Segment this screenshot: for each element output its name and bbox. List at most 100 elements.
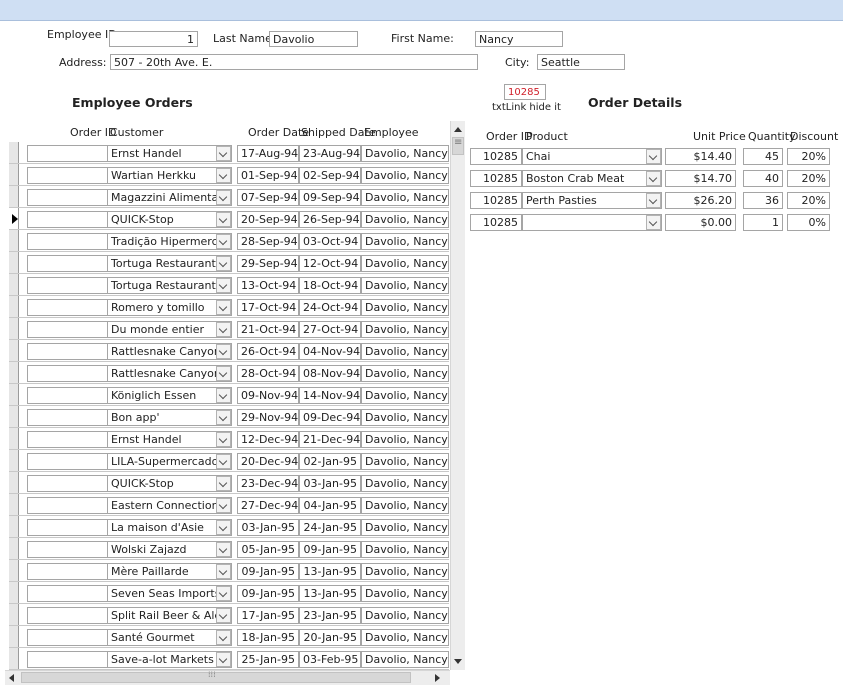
employee-cell[interactable]: Davolio, Nancy [361,189,449,206]
employee-cell[interactable]: Davolio, Nancy [361,409,449,426]
chevron-down-icon[interactable] [216,300,231,315]
employee-cell[interactable]: Davolio, Nancy [361,519,449,536]
customer-combo[interactable]: QUICK-Stop [107,211,232,228]
order-detail-row[interactable]: 10285 $0.00 1 0% [470,211,843,233]
order-date-cell[interactable]: 03-Jan-95 [237,519,299,536]
shipped-date-cell[interactable]: 23-Jan-95 [299,607,361,624]
order-date-cell[interactable]: 01-Sep-94 [237,167,299,184]
shipped-date-cell[interactable]: 03-Oct-94 [299,233,361,250]
customer-combo[interactable]: Ernst Handel [107,145,232,162]
order-date-cell[interactable]: 28-Sep-94 [237,233,299,250]
employee-cell[interactable]: Davolio, Nancy [361,387,449,404]
customer-combo[interactable]: Split Rail Beer & Ale [107,607,232,624]
customer-combo[interactable]: La maison d'Asie [107,519,232,536]
order-date-cell[interactable]: 21-Oct-94 [237,321,299,338]
chevron-down-icon[interactable] [216,476,231,491]
employee-cell[interactable]: Davolio, Nancy [361,299,449,316]
record-selector[interactable] [9,340,19,362]
discount-cell[interactable]: 20% [787,192,830,209]
scroll-up-button[interactable] [451,123,465,137]
order-row[interactable]: 10311Du monde entier21-Oct-9427-Oct-94Da… [9,318,449,340]
quantity-cell[interactable]: 36 [743,192,783,209]
order-date-cell[interactable]: 09-Nov-94 [237,387,299,404]
order-date-cell[interactable]: 26-Oct-94 [237,343,299,360]
order-row[interactable]: 10374Wolski Zajazd05-Jan-9509-Jan-95Davo… [9,538,449,560]
discount-cell[interactable]: 20% [787,148,830,165]
detail-order-id-cell[interactable]: 10285 [470,214,522,231]
discount-cell[interactable]: 0% [787,214,830,231]
employee-cell[interactable]: Davolio, Nancy [361,563,449,580]
record-selector[interactable] [9,252,19,274]
order-row[interactable]: 10316Rattlesnake Canyon Grocery28-Oct-94… [9,362,449,384]
order-date-cell[interactable]: 23-Dec-94 [237,475,299,492]
unit-price-cell[interactable]: $14.70 [665,170,736,187]
customer-combo[interactable]: Seven Seas Imports [107,585,232,602]
chevron-down-icon[interactable] [216,388,231,403]
customer-combo[interactable]: Wartian Herkku [107,167,232,184]
record-selector[interactable] [9,626,19,648]
record-selector[interactable] [9,582,19,604]
order-row[interactable]: 10340Bon app'29-Nov-9409-Dec-94Davolio, … [9,406,449,428]
order-date-cell[interactable]: 18-Jan-95 [237,629,299,646]
address-field[interactable]: 507 - 20th Ave. E. [110,54,478,70]
first-name-field[interactable]: Nancy [475,31,563,47]
order-date-cell[interactable]: 27-Dec-94 [237,497,299,514]
chevron-down-icon[interactable] [216,278,231,293]
customer-combo[interactable]: Bon app' [107,409,232,426]
record-selector[interactable] [9,450,19,472]
customer-combo[interactable]: Eastern Connection [107,497,232,514]
chevron-down-icon[interactable] [646,215,661,230]
employee-cell[interactable]: Davolio, Nancy [361,541,449,558]
record-selector[interactable] [9,428,19,450]
chevron-down-icon[interactable] [646,149,661,164]
chevron-down-icon[interactable] [216,344,231,359]
order-date-cell[interactable]: 29-Sep-94 [237,255,299,272]
employee-id-field[interactable]: 1 [109,31,198,47]
employee-cell[interactable]: Davolio, Nancy [361,211,449,228]
chevron-down-icon[interactable] [216,652,231,667]
employee-cell[interactable]: Davolio, Nancy [361,585,449,602]
orders-vertical-scrollbar[interactable] [450,121,465,670]
employee-cell[interactable]: Davolio, Nancy [361,453,449,470]
order-date-cell[interactable]: 17-Aug-94 [237,145,299,162]
detail-order-id-cell[interactable]: 10285 [470,148,522,165]
employee-cell[interactable]: Davolio, Nancy [361,145,449,162]
shipped-date-cell[interactable]: 09-Dec-94 [299,409,361,426]
order-row[interactable]: 10325Königlich Essen09-Nov-9414-Nov-94Da… [9,384,449,406]
chevron-down-icon[interactable] [216,410,231,425]
record-selector[interactable] [9,362,19,384]
horizontal-scroll-thumb[interactable] [21,670,411,683]
shipped-date-cell[interactable]: 13-Jan-95 [299,585,361,602]
shipped-date-cell[interactable]: 04-Jan-95 [299,497,361,514]
employee-cell[interactable]: Davolio, Nancy [361,431,449,448]
employee-cell[interactable]: Davolio, Nancy [361,651,449,668]
order-date-cell[interactable]: 09-Jan-95 [237,563,299,580]
chevron-down-icon[interactable] [216,146,231,161]
order-row[interactable]: 10361QUICK-Stop23-Dec-9403-Jan-95Davolio… [9,472,449,494]
shipped-date-cell[interactable]: 09-Sep-94 [299,189,361,206]
customer-combo[interactable]: Save-a-lot Markets [107,651,232,668]
record-selector[interactable] [9,186,19,208]
order-date-cell[interactable]: 17-Jan-95 [237,607,299,624]
chevron-down-icon[interactable] [216,366,231,381]
chevron-down-icon[interactable] [646,171,661,186]
shipped-date-cell[interactable]: 14-Nov-94 [299,387,361,404]
product-combo[interactable]: Boston Crab Meat [522,170,662,187]
customer-combo[interactable]: Rattlesnake Canyon Grocery [107,343,232,360]
order-row[interactable]: 10306Romero y tomillo17-Oct-9424-Oct-94D… [9,296,449,318]
order-date-cell[interactable]: 13-Oct-94 [237,277,299,294]
order-row[interactable]: 10275Magazzini Alimentari Riuniti07-Sep-… [9,186,449,208]
chevron-down-icon[interactable] [216,256,231,271]
chevron-down-icon[interactable] [216,234,231,249]
scroll-thumb[interactable] [452,137,464,155]
record-selector[interactable] [9,538,19,560]
shipped-date-cell[interactable]: 02-Jan-95 [299,453,361,470]
last-name-field[interactable]: Davolio [269,31,358,47]
chevron-down-icon[interactable] [216,608,231,623]
order-row[interactable]: 10385Split Rail Beer & Ale17-Jan-9523-Ja… [9,604,449,626]
product-combo[interactable] [522,214,662,231]
chevron-down-icon[interactable] [216,212,231,227]
customer-combo[interactable]: Tortuga Restaurante [107,277,232,294]
shipped-date-cell[interactable]: 18-Oct-94 [299,277,361,294]
chevron-down-icon[interactable] [646,193,661,208]
